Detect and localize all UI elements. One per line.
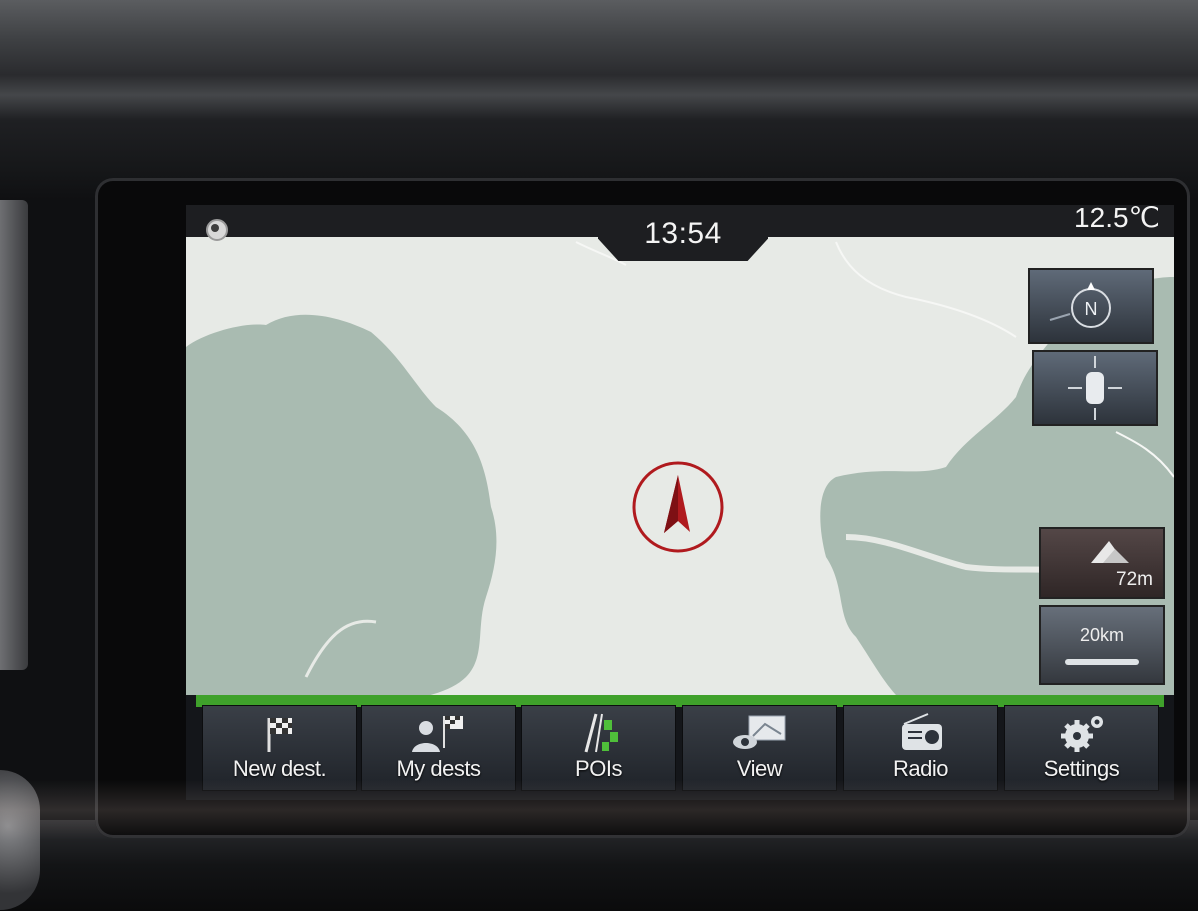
menu-pois-button[interactable]: POIs <box>521 705 676 791</box>
menu-radio-label: Radio <box>893 756 948 781</box>
side-hardware-buttons[interactable] <box>0 200 28 670</box>
checkered-flag-icon <box>267 718 292 752</box>
menu-my-destinations-button[interactable]: My dests <box>361 705 516 791</box>
map-pan-button[interactable] <box>1032 350 1158 426</box>
clock: 13:54 <box>644 217 722 250</box>
volume-knob[interactable] <box>0 770 40 910</box>
menu-settings-label: Settings <box>1043 756 1120 781</box>
poi-road-icon <box>584 713 618 753</box>
altitude-value: 72m <box>1116 569 1153 590</box>
mountain-icon <box>1091 541 1129 563</box>
menu-radio-button[interactable]: Radio <box>843 705 998 791</box>
menu-my-destinations-label: My dests <box>396 756 481 781</box>
menu-pois-label: POIs <box>575 756 622 781</box>
altitude-display[interactable]: 72m <box>1039 527 1165 599</box>
compass-label: N <box>1085 299 1098 319</box>
compass-button[interactable]: N <box>1028 268 1154 344</box>
map-view-icon <box>733 715 786 749</box>
map-canvas[interactable] <box>186 237 1174 705</box>
radio-icon <box>902 713 942 750</box>
menu-new-destination-label: New dest. <box>232 756 327 781</box>
infotainment-screen: 12.5℃ 13:54 N 72m 20km New dest. My dest… <box>186 205 1174 800</box>
navigation-map[interactable] <box>186 237 1174 705</box>
compass-north-icon: N <box>1049 282 1111 328</box>
outside-temperature: 12.5℃ <box>1074 205 1160 233</box>
map-scale-value: 20km <box>1079 625 1124 645</box>
menu-settings-button[interactable]: Settings <box>1004 705 1159 791</box>
menu-view-label: View <box>736 756 783 781</box>
map-scale-button[interactable]: 20km <box>1039 605 1165 685</box>
menu-new-destination-button[interactable]: New dest. <box>202 705 357 791</box>
person-flag-icon <box>412 716 463 752</box>
clock-tab: 13:54 <box>598 205 768 261</box>
bottom-menu-bar: New dest. My dests POIs View Radio Setti… <box>186 695 1174 800</box>
car-position-icon <box>1068 356 1122 420</box>
menu-view-button[interactable]: View <box>682 705 837 791</box>
scale-bar <box>1065 659 1139 665</box>
status-indicator-icon <box>206 219 228 241</box>
gears-icon <box>1061 716 1103 752</box>
